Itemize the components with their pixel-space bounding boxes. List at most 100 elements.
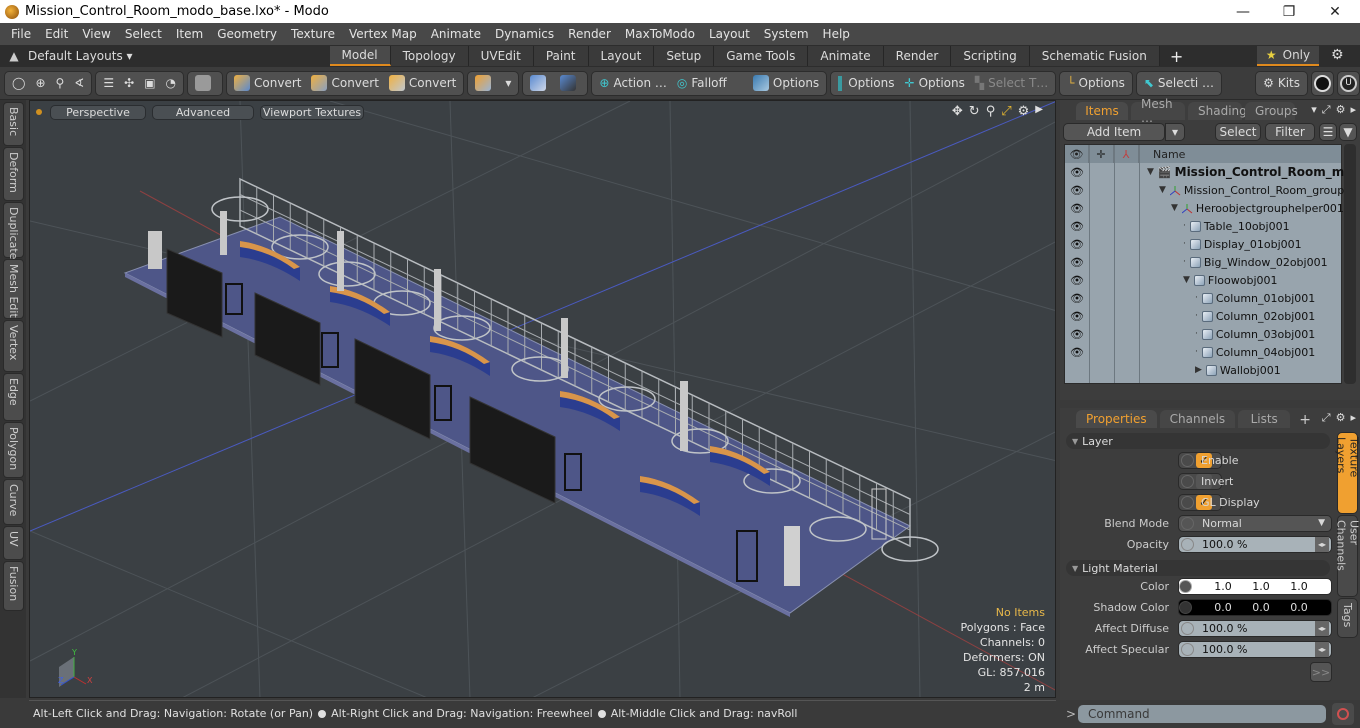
3d-viewport[interactable]: Y X Z Perspective Advanced Viewport Text… bbox=[29, 100, 1056, 698]
menu-geometry[interactable]: Geometry bbox=[210, 27, 284, 41]
item-row[interactable]: 👁 · Column_02obj001 bbox=[1065, 307, 1341, 325]
add-tab-button[interactable]: + bbox=[1299, 412, 1311, 428]
viewport-textures-button[interactable]: Viewport Textures bbox=[260, 104, 364, 120]
select-button[interactable]: Select bbox=[1215, 123, 1261, 141]
panel-gear-icon[interactable]: ⚙ bbox=[1336, 411, 1346, 425]
item-row[interactable]: 👁 · Table_10obj001 bbox=[1065, 217, 1341, 235]
item-row[interactable]: 👁 · Column_04obj001 bbox=[1065, 343, 1341, 361]
item-row[interactable]: 👁 ▼ 🎬 Mission_Control_Room_m… bbox=[1065, 163, 1356, 181]
maximize-button[interactable]: ❐ bbox=[1266, 0, 1312, 23]
left-tab-edge[interactable]: Edge bbox=[3, 373, 24, 421]
item-row[interactable]: 👁 ▼ Heroobjectgrouphelper001 bbox=[1065, 199, 1344, 217]
tab-properties[interactable]: Properties bbox=[1076, 410, 1157, 428]
visibility-eye-icon[interactable]: 👁 bbox=[1065, 220, 1089, 233]
menu-texture[interactable]: Texture bbox=[284, 27, 342, 41]
name-column-header[interactable]: Name bbox=[1153, 148, 1185, 161]
item-row[interactable]: 👁 ▼ Floowobj001 bbox=[1065, 271, 1341, 289]
items-mode-icon[interactable]: ▣ bbox=[139, 72, 160, 95]
selection-sets-button[interactable]: ⬉ Selecti … bbox=[1139, 72, 1219, 95]
record-macro-button[interactable] bbox=[1332, 703, 1354, 725]
panel-more-icon[interactable]: ▸ bbox=[1350, 103, 1356, 117]
layout-tab-schematic-fusion[interactable]: Schematic Fusion bbox=[1029, 46, 1160, 66]
left-tab-polygon[interactable]: Polygon bbox=[3, 422, 24, 478]
color-field[interactable]: 1.0 1.0 1.0 bbox=[1178, 577, 1332, 595]
layout-tab-setup[interactable]: Setup bbox=[654, 46, 715, 66]
light-material-section-header[interactable]: ▼ Light Material bbox=[1066, 560, 1330, 576]
visibility-eye-icon[interactable]: 👁 bbox=[1065, 310, 1089, 323]
convert-button-1[interactable]: Convert bbox=[229, 72, 306, 95]
curve-mode-icon[interactable]: ∢ bbox=[69, 72, 89, 95]
affect-specular-field[interactable]: 100.0 % ◂▸ bbox=[1178, 640, 1332, 658]
left-tab-mesh-edit[interactable]: Mesh Edit bbox=[3, 259, 24, 319]
tab-lists[interactable]: Lists bbox=[1238, 410, 1291, 428]
snap-icon[interactable] bbox=[525, 72, 555, 95]
blend-mode-select[interactable]: Normal ▼ bbox=[1178, 514, 1332, 532]
expand-triangle-icon[interactable]: ▼ bbox=[1171, 203, 1178, 213]
default-layouts-dropdown[interactable]: Default Layouts ▾ bbox=[28, 49, 133, 63]
left-tab-fusion[interactable]: Fusion bbox=[3, 561, 24, 611]
slider-handle-icon[interactable]: ◂▸ bbox=[1315, 536, 1329, 552]
visibility-eye-icon[interactable]: 👁 bbox=[1065, 184, 1089, 197]
layout-tab-animate[interactable]: Animate bbox=[808, 46, 884, 66]
menu-view[interactable]: View bbox=[75, 27, 117, 41]
tab-mesh[interactable]: Mesh … bbox=[1131, 97, 1185, 125]
left-tab-vertex[interactable]: Vertex bbox=[3, 320, 24, 372]
lock-column-icon[interactable]: ✛ bbox=[1089, 145, 1114, 163]
menu-vertex-map[interactable]: Vertex Map bbox=[342, 27, 424, 41]
pan-icon[interactable]: ✥ bbox=[952, 104, 963, 119]
materials-mode-icon[interactable]: ◔ bbox=[161, 72, 181, 95]
symmetry-icon[interactable] bbox=[555, 72, 585, 95]
menu-system[interactable]: System bbox=[757, 27, 816, 41]
shadow-color-field[interactable]: 0.0 0.0 0.0 bbox=[1178, 598, 1332, 616]
menu-edit[interactable]: Edit bbox=[38, 27, 75, 41]
left-tab-deform[interactable]: Deform bbox=[3, 147, 24, 201]
left-tab-curve[interactable]: Curve bbox=[3, 479, 24, 525]
layout-tab-paint[interactable]: Paint bbox=[533, 46, 589, 66]
visibility-eye-icon[interactable]: 👁 bbox=[1065, 238, 1089, 251]
falloff-button[interactable]: ◎ Falloff bbox=[672, 72, 748, 95]
affect-diffuse-field[interactable]: 100.0 % ◂▸ bbox=[1178, 619, 1332, 637]
add-layout-button[interactable]: + bbox=[1170, 47, 1183, 66]
layout-tab-uvedit[interactable]: UVEdit bbox=[468, 46, 534, 66]
tab-shading[interactable]: Shading bbox=[1188, 102, 1247, 120]
left-tab-uv[interactable]: UV bbox=[3, 526, 24, 560]
vertices-mode-icon[interactable]: ◯ bbox=[7, 72, 30, 95]
visibility-eye-icon[interactable]: 👁 bbox=[1065, 202, 1089, 215]
only-filter-button[interactable]: ★ Only bbox=[1257, 46, 1319, 66]
expand-triangle-icon[interactable]: ▼ bbox=[1147, 167, 1154, 177]
item-row[interactable]: 👁 · Big_Window_02obj001 bbox=[1065, 253, 1341, 271]
layout-tab-render[interactable]: Render bbox=[883, 46, 952, 66]
visibility-eye-icon[interactable]: 👁 bbox=[1065, 166, 1089, 179]
visibility-eye-icon[interactable]: 👁 bbox=[1065, 256, 1089, 269]
kits-button[interactable]: ⚙ Kits bbox=[1258, 72, 1305, 95]
minimize-button[interactable]: — bbox=[1220, 0, 1266, 23]
left-tab-basic[interactable]: Basic bbox=[3, 102, 24, 146]
layout-tab-topology[interactable]: Topology bbox=[390, 46, 469, 66]
menu-help[interactable]: Help bbox=[816, 27, 857, 41]
layout-tab-layout[interactable]: Layout bbox=[588, 46, 655, 66]
polygons-mode-icon[interactable]: ✣ bbox=[119, 72, 139, 95]
close-button[interactable]: ✕ bbox=[1312, 0, 1358, 23]
rotate-icon[interactable]: ↻ bbox=[969, 104, 980, 119]
slider-handle-icon[interactable]: ◂▸ bbox=[1315, 620, 1329, 636]
visibility-eye-icon[interactable]: 👁 bbox=[1065, 346, 1089, 359]
menu-layout[interactable]: Layout bbox=[702, 27, 757, 41]
panel-expand-icon[interactable]: ⤢ bbox=[1322, 411, 1331, 425]
item-row[interactable]: 👁 · Column_01obj001 bbox=[1065, 289, 1341, 307]
list-options-icon[interactable]: ☰ bbox=[1319, 123, 1337, 141]
side-tab-texture-layers[interactable]: Texture Layers bbox=[1335, 432, 1360, 514]
pen-mode-icon[interactable]: ⚲ bbox=[51, 72, 70, 95]
visibility-eye-icon[interactable]: 👁 bbox=[1065, 292, 1089, 305]
filter-button[interactable]: Filter bbox=[1265, 123, 1315, 141]
convert-button-3[interactable]: Convert bbox=[384, 72, 461, 95]
item-row[interactable]: 👁▶Wallobj001 bbox=[1065, 361, 1341, 379]
collapse-triangle-icon[interactable]: ▶ bbox=[1195, 365, 1202, 375]
tab-channels[interactable]: Channels bbox=[1159, 410, 1236, 428]
items-scrollbar[interactable] bbox=[1344, 144, 1356, 384]
panel-gear-icon[interactable]: ⚙ bbox=[1336, 103, 1346, 117]
unreal-button[interactable]: U bbox=[1337, 70, 1360, 96]
pivot-options-button[interactable]: Options bbox=[833, 72, 899, 95]
layout-tab-scripting[interactable]: Scripting bbox=[951, 46, 1030, 66]
visibility-eye-icon[interactable]: 👁 bbox=[1065, 274, 1089, 287]
slider-handle-icon[interactable]: ◂▸ bbox=[1315, 641, 1329, 657]
